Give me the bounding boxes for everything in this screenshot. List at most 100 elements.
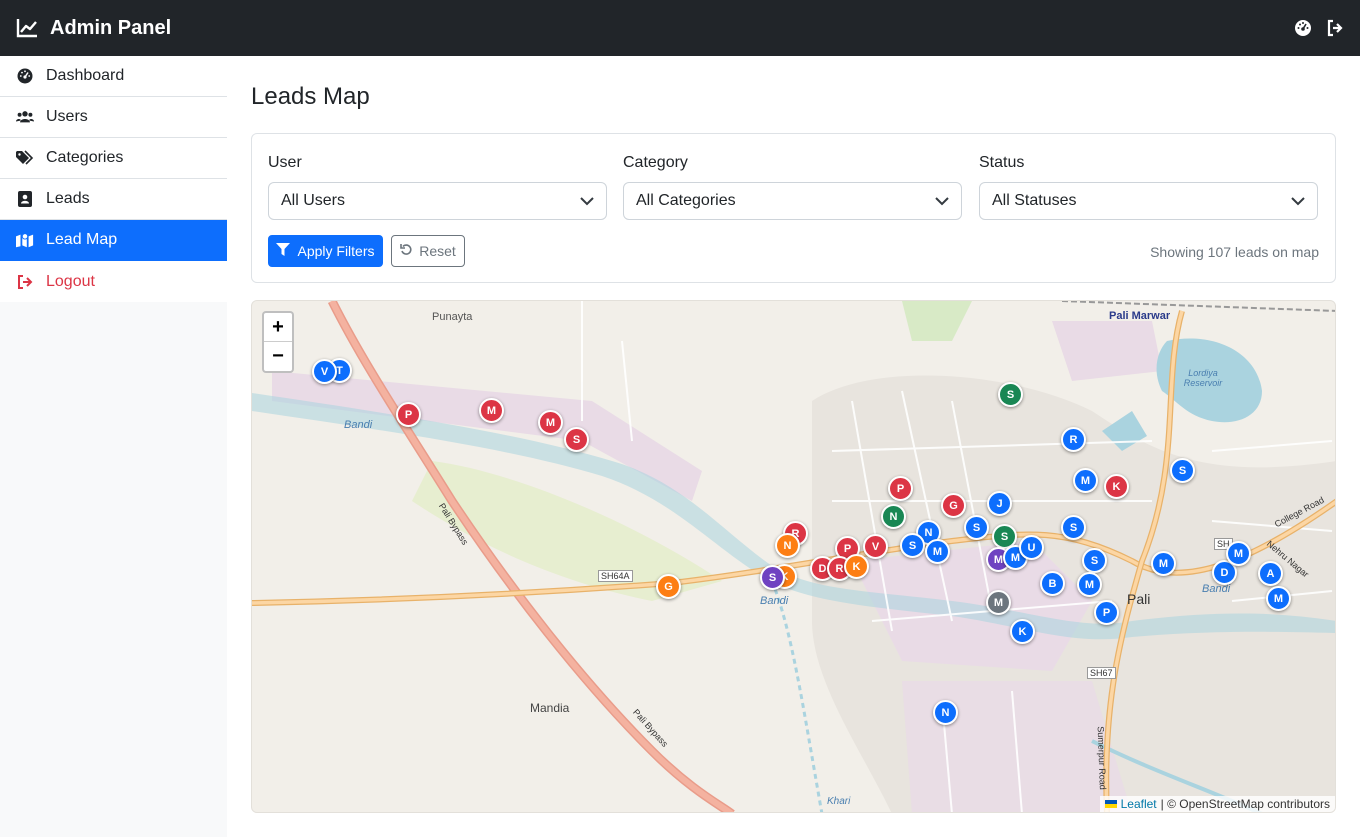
lead-marker[interactable]: M (1073, 468, 1098, 493)
place-label: Khari (827, 796, 851, 807)
lead-marker[interactable]: A (1258, 561, 1283, 586)
lead-marker[interactable]: S (998, 382, 1023, 407)
chevron-down-icon (580, 196, 594, 206)
lead-marker[interactable]: J (987, 491, 1012, 516)
page-title: Leads Map (251, 83, 370, 110)
brand-title: Admin Panel (50, 16, 172, 39)
sidebar-item-label: Categories (46, 149, 124, 166)
status-select[interactable]: All Statuses (979, 182, 1318, 220)
zoom-in-button[interactable]: + (264, 313, 292, 342)
sidebar-item-label: Logout (46, 272, 95, 290)
status-filter: Status All Statuses (979, 154, 1318, 220)
logout-icon[interactable] (1326, 19, 1344, 37)
place-label: Bandi (760, 595, 789, 607)
lead-marker[interactable]: V (863, 534, 888, 559)
lead-marker[interactable]: G (941, 493, 966, 518)
category-filter: Category All Categories (623, 154, 962, 220)
lead-marker[interactable]: M (1077, 572, 1102, 597)
reset-label: Reset (419, 243, 456, 259)
lead-marker[interactable]: M (1226, 541, 1251, 566)
sidebar-item-label: Dashboard (46, 67, 125, 84)
undo-icon (400, 243, 413, 259)
brand[interactable]: Admin Panel (16, 17, 171, 40)
user-filter-label: User (268, 154, 302, 171)
lead-marker[interactable]: S (564, 427, 589, 452)
sidebar: Dashboard Users Categories Leads Lead Ma… (0, 56, 227, 837)
lead-marker[interactable]: G (656, 574, 681, 599)
filter-icon (276, 243, 291, 259)
map-attribution: Leaflet | © OpenStreetMap contributors (1099, 796, 1335, 812)
gauge-icon (16, 68, 34, 84)
lead-marker[interactable]: N (775, 533, 800, 558)
apply-filters-button[interactable]: Apply Filters (268, 235, 383, 267)
lead-marker[interactable]: P (1094, 600, 1119, 625)
zoom-control: + − (262, 311, 294, 373)
filter-card: User All Users Category All Categories S… (251, 133, 1336, 283)
lead-marker[interactable]: K (1104, 474, 1129, 499)
ukraine-flag-icon (1104, 800, 1117, 808)
road-shield: SH67 (1087, 667, 1116, 679)
sidebar-item-users[interactable]: Users (0, 97, 227, 138)
lead-marker[interactable]: S (1170, 458, 1195, 483)
leaflet-link[interactable]: Leaflet (1121, 797, 1157, 811)
user-filter: User All Users (268, 154, 607, 220)
category-filter-label: Category (623, 154, 688, 171)
dashboard-gauge-icon[interactable] (1294, 19, 1312, 37)
lead-marker[interactable]: K (844, 554, 869, 579)
lead-marker[interactable]: M (1151, 551, 1176, 576)
main-content: Leads Map User All Users Category All Ca… (227, 56, 1360, 837)
sidebar-item-categories[interactable]: Categories (0, 138, 227, 179)
lead-marker[interactable]: N (881, 504, 906, 529)
sidebar-item-lead-map[interactable]: Lead Map (0, 220, 227, 261)
sidebar-item-dashboard[interactable]: Dashboard (0, 56, 227, 97)
lead-marker[interactable]: M (479, 398, 504, 423)
lead-marker[interactable]: R (1061, 427, 1086, 452)
lead-marker[interactable]: S (964, 515, 989, 540)
category-select[interactable]: All Categories (623, 182, 962, 220)
category-select-value: All Categories (636, 192, 736, 209)
lead-marker[interactable]: S (1082, 548, 1107, 573)
lead-marker[interactable]: M (925, 539, 950, 564)
tags-icon (16, 150, 34, 166)
lead-marker[interactable]: V (312, 359, 337, 384)
lead-marker[interactable]: M (1266, 586, 1291, 611)
lead-marker[interactable]: M (538, 410, 563, 435)
chevron-down-icon (935, 196, 949, 206)
chart-line-icon (16, 18, 38, 38)
lead-marker[interactable]: M (986, 590, 1011, 615)
lead-marker[interactable]: B (1040, 571, 1065, 596)
logout-icon (16, 274, 34, 290)
attribution-text: | © OpenStreetMap contributors (1160, 797, 1330, 811)
reset-button[interactable]: Reset (391, 235, 465, 267)
lead-marker[interactable]: S (1061, 515, 1086, 540)
lead-marker[interactable]: U (1019, 535, 1044, 560)
leads-count-text: Showing 107 leads on map (1150, 244, 1319, 260)
user-select-value: All Users (281, 192, 346, 209)
top-navbar: Admin Panel (0, 0, 1360, 56)
lead-marker[interactable]: P (888, 476, 913, 501)
lead-marker[interactable]: K (1010, 619, 1035, 644)
place-label: Lordiya Reservoir (1183, 368, 1223, 388)
chevron-down-icon (1291, 196, 1305, 206)
lead-marker[interactable]: N (933, 700, 958, 725)
sidebar-item-leads[interactable]: Leads (0, 179, 227, 220)
lead-marker[interactable]: S (760, 565, 785, 590)
sidebar-item-label: Leads (46, 190, 90, 207)
place-label: Punayta (432, 311, 473, 323)
status-select-value: All Statuses (992, 192, 1077, 209)
place-label: Pali (1127, 591, 1151, 607)
leads-map[interactable]: Punayta Pali Marwar Lordiya Reservoir Ba… (251, 300, 1336, 813)
place-label: Mandia (530, 701, 570, 715)
place-label: Pali Marwar (1109, 310, 1171, 322)
apply-filters-label: Apply Filters (297, 243, 375, 259)
address-card-icon (16, 191, 34, 207)
lead-marker[interactable]: P (396, 402, 421, 427)
lead-marker[interactable]: S (900, 533, 925, 558)
user-select[interactable]: All Users (268, 182, 607, 220)
users-icon (16, 109, 34, 125)
zoom-out-button[interactable]: − (264, 342, 292, 371)
status-filter-label: Status (979, 154, 1025, 171)
sidebar-item-logout[interactable]: Logout (0, 261, 227, 302)
sidebar-item-label: Lead Map (46, 231, 118, 248)
map-icon (16, 232, 34, 248)
